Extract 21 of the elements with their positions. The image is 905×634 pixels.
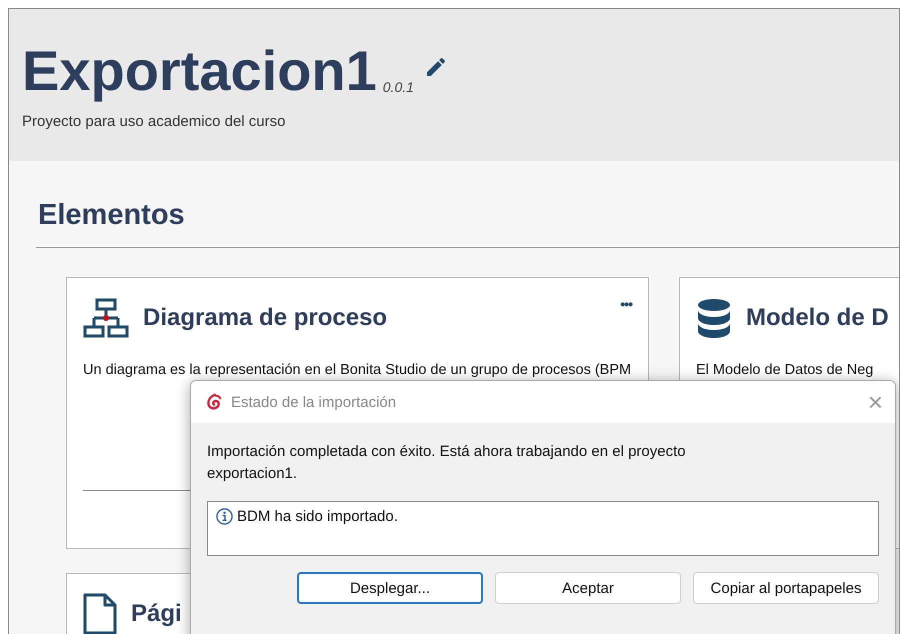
info-icon	[216, 508, 233, 525]
dialog-button[interactable]: Copiar al portapapeles	[693, 572, 879, 604]
card-description: Un diagrama es la representación en el Bonita Studio de un grupo de procesos (BPM	[83, 361, 632, 380]
document-icon	[83, 593, 117, 634]
dialog-button[interactable]: Desplegar...	[297, 572, 483, 604]
dialog-title: Estado de la importación	[231, 394, 396, 410]
dialog-button[interactable]: Aceptar	[495, 572, 681, 604]
hierarchy-icon	[83, 298, 129, 338]
dialog-message: Importación completada con éxito. Está ahora trabajando en el proyecto exportacion1.	[207, 442, 687, 484]
app-logo-icon	[205, 393, 223, 411]
database-icon	[696, 298, 732, 338]
card-title: Diagrama de proceso	[143, 304, 388, 332]
project-version: 0.0.1	[382, 79, 414, 95]
project-title: Exportacion1	[22, 41, 377, 101]
section-title: Elementos	[38, 198, 186, 233]
card-title: Modelo de D	[746, 304, 889, 332]
card-description: El Modelo de Datos de Neg	[696, 361, 874, 380]
card-title: Pági	[131, 600, 182, 628]
project-description: Proyecto para uso academico del curso	[22, 113, 286, 130]
details-text: BDM ha sido importado.	[237, 508, 398, 525]
more-menu[interactable]: •••	[620, 296, 632, 312]
